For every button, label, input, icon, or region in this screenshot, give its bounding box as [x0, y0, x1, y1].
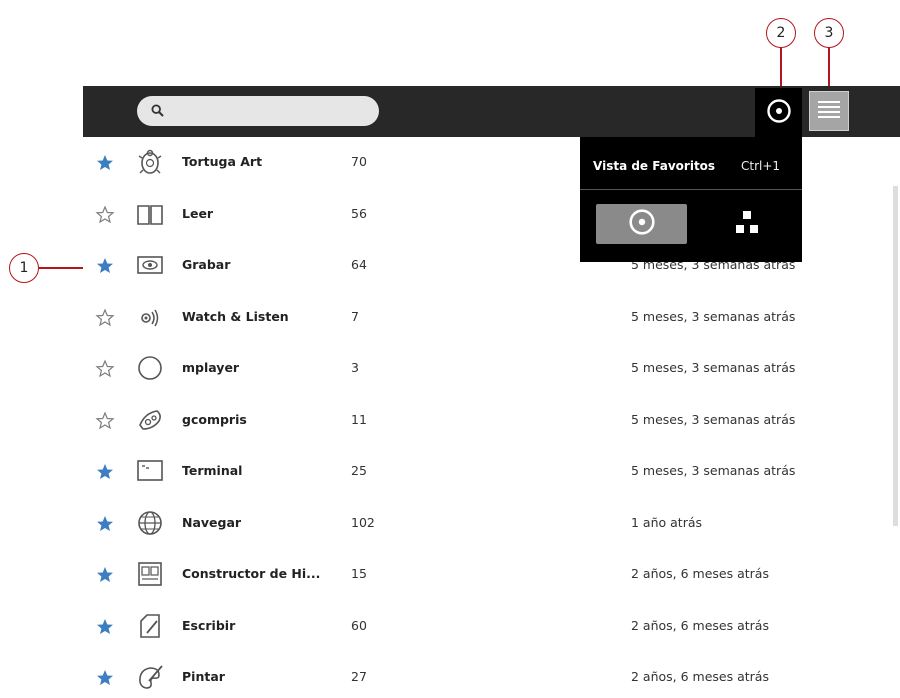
empty-star-icon[interactable] — [95, 204, 115, 225]
activity-count: 3 — [351, 360, 359, 375]
activity-name: Navegar — [182, 514, 242, 530]
activity-date: 2 años, 6 meses atrás — [631, 669, 769, 684]
activity-row[interactable]: Watch & Listen 7 5 meses, 3 semanas atrás — [83, 292, 900, 344]
palette-shortcut: Ctrl+1 — [741, 159, 781, 173]
favorite-star-icon[interactable] — [95, 565, 115, 585]
favorite-star-icon[interactable] — [95, 668, 115, 688]
activity-row[interactable]: Constructor de Hi... 15 2 años, 6 meses at… — [83, 549, 900, 601]
home-view-icon — [734, 209, 760, 239]
favorites-view-icon — [766, 98, 792, 128]
activity-date: 1 año atrás — [631, 514, 703, 530]
activity-name: mplayer — [182, 360, 240, 375]
circle-icon[interactable] — [135, 353, 165, 383]
activity-name: Tortuga Art — [182, 154, 263, 169]
activity-count: 70 — [351, 154, 367, 169]
palette-title: Vista de Favoritos — [593, 159, 716, 173]
callout-3-line — [828, 46, 830, 90]
hamburger-menu-icon — [816, 96, 842, 126]
search-input[interactable] — [172, 102, 376, 120]
activity-row[interactable]: Terminal 25 5 meses, 3 semanas atrás — [83, 446, 900, 498]
activity-count: 11 — [351, 411, 367, 427]
favorite-star-icon[interactable] — [95, 256, 115, 276]
favorites-view-icon — [628, 208, 656, 240]
activity-name: Terminal — [182, 463, 243, 478]
listen-icon[interactable] — [135, 302, 165, 332]
gcompris-icon[interactable] — [135, 405, 165, 435]
empty-star-icon[interactable] — [95, 410, 115, 431]
favorite-star-icon[interactable] — [95, 617, 115, 637]
activity-count: 7 — [351, 308, 359, 324]
activity-date: 5 meses, 3 semanas atrás — [631, 308, 796, 324]
activity-count: 60 — [351, 617, 367, 633]
favorite-star-icon[interactable] — [95, 462, 115, 482]
activity-name: Escribir — [182, 617, 236, 633]
search-icon — [151, 102, 164, 121]
activity-date: 5 meses, 3 semanas atrás — [631, 463, 796, 478]
favorites-view-button[interactable] — [755, 88, 802, 137]
activity-date: 5 meses, 3 semanas atrás — [631, 411, 796, 427]
favorite-star-icon[interactable] — [95, 153, 115, 173]
callout-2: 2 — [766, 18, 796, 48]
storybuilder-icon[interactable] — [135, 559, 165, 589]
activity-row[interactable]: Navegar 102 1 año atrás — [83, 498, 900, 550]
activity-name: Leer — [182, 205, 214, 221]
activity-count: 64 — [351, 257, 367, 272]
palette-home-view-button[interactable] — [707, 204, 787, 244]
palette-favorites-view-button[interactable] — [596, 204, 687, 244]
empty-star-icon[interactable] — [95, 359, 115, 379]
eye-icon[interactable] — [135, 250, 165, 280]
activity-list-window: Tortuga Art 70 5 meses, 3 semanas atrás Lee… — [83, 86, 900, 698]
write-icon[interactable] — [135, 611, 165, 641]
callout-2-line — [780, 46, 782, 90]
activity-count: 15 — [351, 566, 367, 581]
activity-date: 2 años, 6 meses atrás — [631, 617, 769, 633]
activity-date: 2 años, 6 meses atrás — [631, 566, 769, 581]
palette-divider — [580, 189, 802, 190]
activity-name: Constructor de Hi... — [182, 566, 321, 581]
activity-row[interactable]: Pintar 27 2 años, 6 meses atrás — [83, 652, 900, 698]
view-palette: Vista de Favoritos Ctrl+1 — [580, 137, 802, 262]
favorite-star-icon[interactable] — [95, 514, 115, 534]
globe-icon[interactable] — [135, 508, 165, 538]
search-box[interactable] — [137, 96, 379, 126]
paint-icon[interactable] — [135, 662, 165, 692]
menu-button[interactable] — [809, 91, 849, 131]
activity-count: 25 — [351, 463, 367, 478]
activity-count: 27 — [351, 669, 367, 684]
activity-name: gcompris — [182, 411, 247, 427]
activity-name: Watch & Listen — [182, 308, 289, 324]
activity-row[interactable]: mplayer 3 5 meses, 3 semanas atrás — [83, 343, 900, 395]
callout-3: 3 — [814, 18, 844, 48]
activity-row[interactable]: Escribir 60 2 años, 6 meses atrás — [83, 601, 900, 653]
terminal-icon[interactable] — [135, 456, 165, 486]
callout-1: 1 — [9, 253, 39, 283]
activity-count: 102 — [351, 514, 375, 530]
book-icon[interactable] — [135, 199, 165, 229]
activity-name: Grabar — [182, 257, 231, 272]
activity-name: Pintar — [182, 669, 225, 684]
turtle-icon[interactable] — [135, 147, 165, 177]
activity-date: 5 meses, 3 semanas atrás — [631, 360, 796, 375]
scrollbar[interactable] — [893, 186, 898, 526]
activity-count: 56 — [351, 205, 367, 221]
toolbar — [83, 86, 900, 137]
empty-star-icon[interactable] — [95, 307, 115, 328]
activity-row[interactable]: gcompris 11 5 meses, 3 semanas atrás — [83, 395, 900, 447]
